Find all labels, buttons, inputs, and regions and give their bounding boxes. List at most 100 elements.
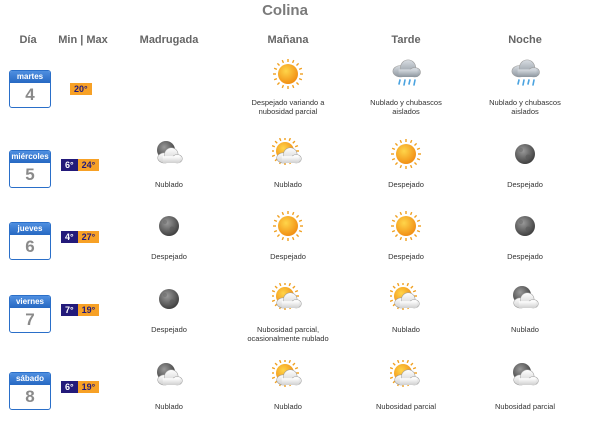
sun-cloud-icon — [272, 138, 302, 165]
condition-text-line: Nublado y chubascos — [489, 98, 561, 107]
condition-text: Nublado y chubascos aislados — [346, 98, 466, 116]
day-number: 7 — [25, 310, 35, 329]
condition-text: Nublado — [228, 402, 348, 411]
header-madrugada: Madrugada — [139, 34, 199, 46]
forecast-tarde: Nubosidad parcial — [346, 360, 466, 411]
header-dia: Día — [19, 34, 37, 46]
condition-text-line: Nublado — [511, 325, 539, 334]
condition-text-line: aislados — [392, 107, 420, 116]
condition-text-line: aislados — [511, 107, 539, 116]
condition-text-line: Nublado — [155, 180, 183, 189]
day-calendar-badge: viernes 7 — [9, 295, 51, 333]
temp-min: 6° — [61, 159, 78, 171]
forecast-manana: Nublado — [228, 360, 348, 411]
day-name: viernes — [10, 296, 50, 308]
condition-text-line: Nubosidad parcial — [494, 402, 556, 411]
condition-text-line: Nubosidad parcial, — [256, 325, 320, 334]
forecast-tarde: Despejado — [346, 210, 466, 261]
condition-text-line: nubosidad parcial — [258, 107, 318, 116]
day-number: 6 — [25, 237, 35, 256]
condition-text-line: Despejado — [151, 252, 187, 261]
day-calendar-badge: miércoles 5 — [9, 150, 51, 188]
forecast-row: miércoles 5 6° 24° Nublado Nublado Despe… — [0, 136, 600, 210]
forecast-noche: Nublado — [465, 283, 585, 334]
forecast-manana: Nublado — [228, 138, 348, 189]
condition-text: Nubosidad parcial — [346, 402, 466, 411]
temperature-range: 7° 19° — [61, 304, 100, 316]
forecast-noche: Despejado — [465, 210, 585, 261]
forecast-madrugada: Despejado — [109, 210, 229, 261]
temp-min: 4° — [61, 231, 78, 243]
temp-max: 20° — [70, 83, 92, 95]
condition-text: Nublado — [109, 180, 229, 189]
sun-icon — [273, 211, 303, 241]
temperature-range: 4° 27° — [61, 231, 100, 243]
condition-text: Nublado — [109, 402, 229, 411]
header-manana: Mañana — [267, 34, 309, 46]
temp-min: 6° — [61, 381, 78, 393]
header-noche: Noche — [508, 34, 542, 46]
forecast-tarde: Despejado — [346, 138, 466, 189]
temp-max: 27° — [77, 231, 100, 243]
page-title: Colina — [262, 2, 308, 19]
condition-text: Despejado variando a nubosidad parcial — [228, 98, 348, 116]
moon-icon — [515, 144, 535, 164]
day-name: jueves — [10, 223, 50, 235]
condition-text-line: ocasionalmente nublado — [247, 334, 329, 343]
condition-text-line: Despejado — [507, 252, 543, 261]
moon-icon — [515, 216, 535, 236]
day-number: 8 — [25, 387, 35, 406]
header-tarde: Tarde — [391, 34, 421, 46]
forecast-madrugada: Nublado — [109, 138, 229, 189]
temp-max: 19° — [77, 381, 100, 393]
condition-text: Despejado — [109, 325, 229, 334]
condition-text-line: Nublado — [155, 402, 183, 411]
condition-text-line: Despejado variando a — [251, 98, 325, 107]
sun-cloud-icon — [272, 360, 302, 387]
sun-cloud-icon — [390, 283, 420, 310]
forecast-row: jueves 6 4° 27° Despejado Despejado Desp… — [0, 208, 600, 282]
condition-text: Nublado — [346, 325, 466, 334]
condition-text: Despejado — [346, 252, 466, 261]
condition-text: Nubosidad parcial, ocasionalmente nublado — [228, 325, 348, 343]
night-cloud-icon — [513, 363, 539, 386]
condition-text-line: Nublado — [274, 180, 302, 189]
temp-min: 7° — [61, 304, 78, 316]
forecast-manana: Despejado — [228, 210, 348, 261]
condition-text-line: Despejado — [270, 252, 306, 261]
temperature-range: 6° 24° — [61, 159, 100, 171]
day-calendar-badge: martes 4 — [9, 70, 51, 108]
forecast-madrugada: Nublado — [109, 360, 229, 411]
day-number: 4 — [25, 85, 35, 104]
condition-text: Nublado y chubascos aislados — [465, 98, 585, 116]
condition-text: Despejado — [465, 252, 585, 261]
day-calendar-badge: jueves 6 — [9, 222, 51, 260]
temp-max: 24° — [77, 159, 100, 171]
condition-text: Nublado — [228, 180, 348, 189]
condition-text-line: Despejado — [388, 180, 424, 189]
sun-icon — [273, 59, 303, 89]
night-cloud-icon — [157, 363, 183, 386]
day-name: sábado — [10, 373, 50, 385]
condition-text-line: Nubosidad parcial — [375, 402, 437, 411]
sun-icon — [391, 139, 421, 169]
moon-icon — [159, 216, 179, 236]
condition-text: Despejado — [346, 180, 466, 189]
forecast-noche: Nublado y chubascos aislados — [465, 58, 585, 116]
sun-cloud-icon — [272, 283, 302, 310]
forecast-tarde: Nublado — [346, 283, 466, 334]
condition-text: Despejado — [465, 180, 585, 189]
forecast-noche: Nubosidad parcial — [465, 360, 585, 411]
forecast-row: martes 4 20° Despejado variando a nubosid… — [0, 56, 600, 130]
night-cloud-icon — [513, 286, 539, 309]
condition-text: Nubosidad parcial — [465, 402, 585, 411]
condition-text-line: Despejado — [151, 325, 187, 334]
forecast-manana: Nubosidad parcial, ocasionalmente nublado — [228, 283, 348, 343]
night-cloud-icon — [157, 141, 183, 164]
day-calendar-badge: sábado 8 — [9, 372, 51, 410]
day-name: miércoles — [10, 151, 50, 163]
moon-icon — [159, 289, 179, 309]
temp-max: 19° — [77, 304, 100, 316]
day-name: martes — [10, 71, 50, 83]
temperature-range: 6° 19° — [61, 381, 100, 393]
